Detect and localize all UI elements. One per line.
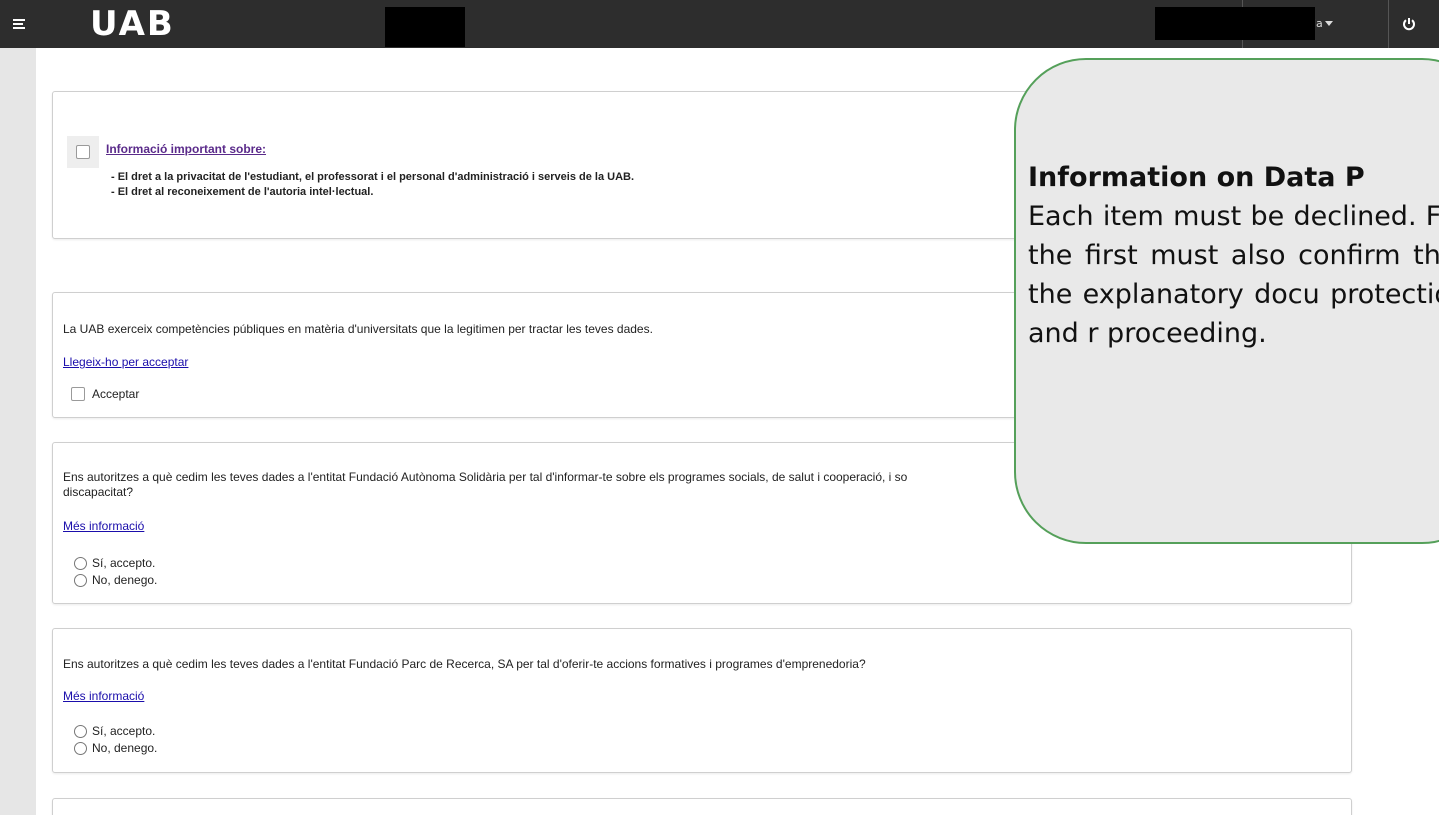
deny-radio-label: No, denego. bbox=[92, 573, 158, 587]
accept-radio-label: Sí, accepto. bbox=[92, 724, 156, 738]
redacted-block bbox=[385, 7, 465, 47]
more-info-link[interactable]: Més informació bbox=[63, 519, 144, 533]
chevron-down-icon bbox=[1325, 21, 1333, 26]
privacy-info-link[interactable]: Informació important sobre: bbox=[106, 142, 266, 156]
top-bar: UAB ia bbox=[0, 0, 1439, 48]
accept-checkbox-label: Acceptar bbox=[92, 387, 140, 401]
next-card bbox=[52, 798, 1352, 815]
parc-recerca-question: Ens autoritzes a què cedim les teves dad… bbox=[63, 657, 866, 671]
deny-radio[interactable] bbox=[74, 574, 87, 587]
accept-radio-label: Sí, accepto. bbox=[92, 556, 156, 570]
privacy-checkbox[interactable] bbox=[76, 145, 90, 159]
callout-body: Each item must be declined. For the firs… bbox=[1028, 201, 1439, 349]
accept-radio[interactable] bbox=[74, 557, 87, 570]
callout-title: Information on Data P bbox=[1028, 162, 1365, 193]
deny-radio[interactable] bbox=[74, 742, 87, 755]
side-column bbox=[0, 48, 36, 815]
legal-basis-text: La UAB exerceix competències públiques e… bbox=[63, 322, 653, 336]
hamburger-icon bbox=[13, 17, 25, 31]
accept-radio[interactable] bbox=[74, 725, 87, 738]
fundacio-solidaria-question: Ens autoritzes a què cedim les teves dad… bbox=[63, 470, 908, 484]
redacted-user-block bbox=[1155, 7, 1315, 40]
fundacio-solidaria-question-cont: discapacitat? bbox=[63, 485, 134, 499]
read-to-accept-link[interactable]: Llegeix-ho per acceptar bbox=[63, 355, 188, 369]
privacy-line-2: - El dret al reconeixement de l'autoria … bbox=[111, 186, 374, 198]
instruction-callout: Information on Data P Each item must be … bbox=[1014, 58, 1439, 544]
more-info-link[interactable]: Més informació bbox=[63, 689, 144, 703]
callout-content: Information on Data P Each item must be … bbox=[1028, 158, 1439, 353]
deny-radio-label: No, denego. bbox=[92, 741, 158, 755]
logout-button[interactable] bbox=[1388, 0, 1428, 48]
uab-logo[interactable]: UAB bbox=[90, 4, 175, 44]
accept-checkbox[interactable] bbox=[71, 387, 85, 401]
power-icon bbox=[1402, 18, 1415, 31]
privacy-line-1: - El dret a la privacitat de l'estudiant… bbox=[111, 171, 635, 183]
parc-recerca-card: Ens autoritzes a què cedim les teves dad… bbox=[52, 628, 1352, 773]
hamburger-menu-button[interactable] bbox=[0, 0, 38, 48]
